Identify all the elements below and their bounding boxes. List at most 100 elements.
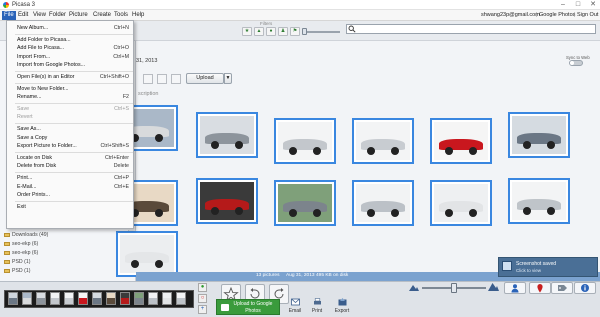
folder-date: Aug 31, 2013 bbox=[286, 273, 315, 278]
upload-button[interactable]: Upload bbox=[186, 73, 224, 84]
export-button[interactable]: Export bbox=[331, 298, 353, 314]
print-button[interactable]: Print bbox=[306, 298, 328, 314]
collage-button[interactable] bbox=[157, 74, 167, 84]
menu-item-exit[interactable]: Exit bbox=[17, 203, 137, 211]
folder-description[interactable]: scription bbox=[138, 91, 158, 97]
menu-view[interactable]: View bbox=[31, 11, 48, 20]
menu-item-save-as[interactable]: Save As... bbox=[17, 125, 137, 133]
tray-thumbnail[interactable] bbox=[134, 292, 144, 305]
menu-item-print[interactable]: Print... Ctrl+P bbox=[17, 174, 137, 182]
menu-item-add-folder-to-picasa[interactable]: Add Folder to Picasa... bbox=[17, 36, 137, 44]
menu-item-export-picture-to-folder[interactable]: Export Picture to Folder... Ctrl+Shift+S bbox=[17, 142, 137, 150]
movie-button[interactable] bbox=[171, 74, 181, 84]
tray-thumbnail[interactable] bbox=[8, 292, 18, 305]
photo-thumbnail[interactable] bbox=[430, 118, 492, 164]
tray-thumbnail[interactable] bbox=[36, 292, 46, 305]
menu-item-save-a-copy[interactable]: Save a Copy bbox=[17, 134, 137, 142]
title-bar: Picasa 3 – □ ✕ bbox=[0, 0, 600, 10]
menu-item-rename[interactable]: Rename... F2 bbox=[17, 93, 137, 101]
tray-thumbnail[interactable] bbox=[176, 292, 186, 305]
photo-thumbnail[interactable] bbox=[274, 180, 336, 226]
menu-item-e-mail[interactable]: E-Mail... Ctrl+E bbox=[17, 183, 137, 191]
photo-thumbnail[interactable] bbox=[196, 178, 258, 224]
google-photos-link[interactable]: Google Photos bbox=[539, 11, 575, 20]
tray-hold-icon[interactable]: ● bbox=[198, 283, 207, 292]
menu-separator bbox=[15, 82, 133, 84]
wheel-shape bbox=[390, 209, 400, 218]
email-button[interactable]: Email bbox=[284, 298, 306, 314]
photo-thumbnail[interactable] bbox=[352, 118, 414, 164]
info-button[interactable] bbox=[574, 282, 596, 294]
filter-slider-knob[interactable] bbox=[302, 28, 307, 35]
thumbnail-size-slider-knob[interactable] bbox=[451, 283, 457, 293]
thumbnail-image bbox=[356, 184, 410, 222]
tags-button[interactable] bbox=[551, 282, 573, 294]
filter-geotagged-button[interactable]: ⚑ bbox=[290, 27, 300, 36]
sidebar-folder-item[interactable]: Downloads (49) bbox=[4, 231, 48, 239]
menu-item-import-from[interactable]: Import From... Ctrl+M bbox=[17, 53, 137, 61]
sign-out-link[interactable]: Sign Out bbox=[577, 11, 598, 20]
menu-picture[interactable]: Picture bbox=[67, 11, 90, 20]
maximize-button[interactable]: □ bbox=[571, 0, 585, 10]
sidebar-folder-item[interactable]: PSD (1) bbox=[4, 267, 30, 275]
filter-faces-button[interactable]: ♟ bbox=[278, 27, 288, 36]
menu-create[interactable]: Create bbox=[91, 11, 113, 20]
tray-clear-icon[interactable]: ○ bbox=[198, 294, 207, 303]
menu-item-open-file-s-in-an-editor[interactable]: Open File(s) in an Editor Ctrl+Shift+O bbox=[17, 73, 137, 81]
places-button[interactable] bbox=[529, 282, 551, 294]
tray-thumbnail[interactable] bbox=[92, 292, 102, 305]
tray-add-icon[interactable]: + bbox=[198, 305, 207, 314]
tray-thumbnail[interactable] bbox=[148, 292, 158, 305]
menu-item-label: Order Prints... bbox=[17, 192, 50, 199]
sidebar-folder-item[interactable]: seo-ekp (6) bbox=[4, 240, 38, 248]
disk-size: 495 KB on disk bbox=[316, 273, 349, 278]
menu-item-move-to-new-folder[interactable]: Move to New Folder... bbox=[17, 85, 137, 93]
menu-help[interactable]: Help bbox=[130, 11, 146, 20]
photo-thumbnail[interactable] bbox=[352, 180, 414, 226]
photo-thumbnail[interactable] bbox=[116, 231, 178, 277]
menu-item-locate-on-disk[interactable]: Locate on Disk Ctrl+Enter bbox=[17, 154, 137, 162]
tray-thumbnail[interactable] bbox=[50, 292, 60, 305]
tray-thumbnail[interactable] bbox=[120, 292, 130, 305]
wheel-shape bbox=[546, 141, 556, 150]
menu-file[interactable]: File bbox=[2, 11, 16, 20]
menu-item-add-file-to-picasa[interactable]: Add File to Picasa... Ctrl+O bbox=[17, 44, 137, 52]
menu-item-shortcut: Ctrl+Shift+O bbox=[99, 74, 129, 80]
menu-folder[interactable]: Folder bbox=[47, 11, 68, 20]
minimize-button[interactable]: – bbox=[556, 0, 570, 10]
search-input[interactable] bbox=[346, 24, 596, 34]
filter-starred-button[interactable]: ★ bbox=[242, 27, 252, 36]
tray-thumbnail[interactable] bbox=[106, 292, 116, 305]
tray-thumbnail[interactable] bbox=[162, 292, 172, 305]
menu-tools[interactable]: Tools bbox=[112, 11, 130, 20]
slideshow-button[interactable] bbox=[143, 74, 153, 84]
menu-item-shortcut: Ctrl+M bbox=[113, 53, 129, 60]
upload-dropdown-button[interactable]: ▼ bbox=[224, 73, 232, 84]
tray-thumbnail[interactable] bbox=[64, 292, 74, 305]
photo-thumbnail[interactable] bbox=[508, 178, 570, 224]
thumbnail-image bbox=[434, 184, 488, 222]
people-button[interactable] bbox=[504, 282, 526, 294]
menu-item-import-from-google-photos[interactable]: Import from Google Photos... bbox=[17, 61, 137, 69]
close-button[interactable]: ✕ bbox=[586, 0, 600, 10]
filter-uploaded-button[interactable]: ▲ bbox=[254, 27, 264, 36]
photo-thumbnail[interactable] bbox=[274, 118, 336, 164]
menu-item-new-album[interactable]: New Album... Ctrl+N bbox=[17, 24, 137, 32]
menu-item-label: Import From... bbox=[17, 53, 51, 60]
screenshot-notification[interactable] bbox=[498, 257, 598, 277]
menu-item-order-prints[interactable]: Order Prints... bbox=[17, 191, 137, 199]
mountain-small-icon bbox=[409, 285, 419, 291]
photo-thumbnail[interactable] bbox=[430, 180, 492, 226]
sidebar-folder-item[interactable]: seo-ekp (6) bbox=[4, 249, 38, 257]
sidebar-folder-item[interactable]: PSD (1) bbox=[4, 258, 30, 266]
filter-video-button[interactable]: ● bbox=[266, 27, 276, 36]
thumbnail-image bbox=[278, 122, 332, 160]
menu-item-delete-from-disk[interactable]: Delete from Disk Delete bbox=[17, 162, 137, 170]
upload-to-google-photos-button[interactable]: Upload to Google Photos bbox=[216, 299, 280, 315]
tray-thumbnail[interactable] bbox=[22, 292, 32, 305]
mountain-large-icon bbox=[488, 283, 499, 291]
photo-thumbnail[interactable] bbox=[196, 112, 258, 158]
photo-thumbnail[interactable] bbox=[508, 112, 570, 158]
tray-thumbnail[interactable] bbox=[78, 292, 88, 305]
menu-edit[interactable]: Edit bbox=[16, 11, 30, 20]
